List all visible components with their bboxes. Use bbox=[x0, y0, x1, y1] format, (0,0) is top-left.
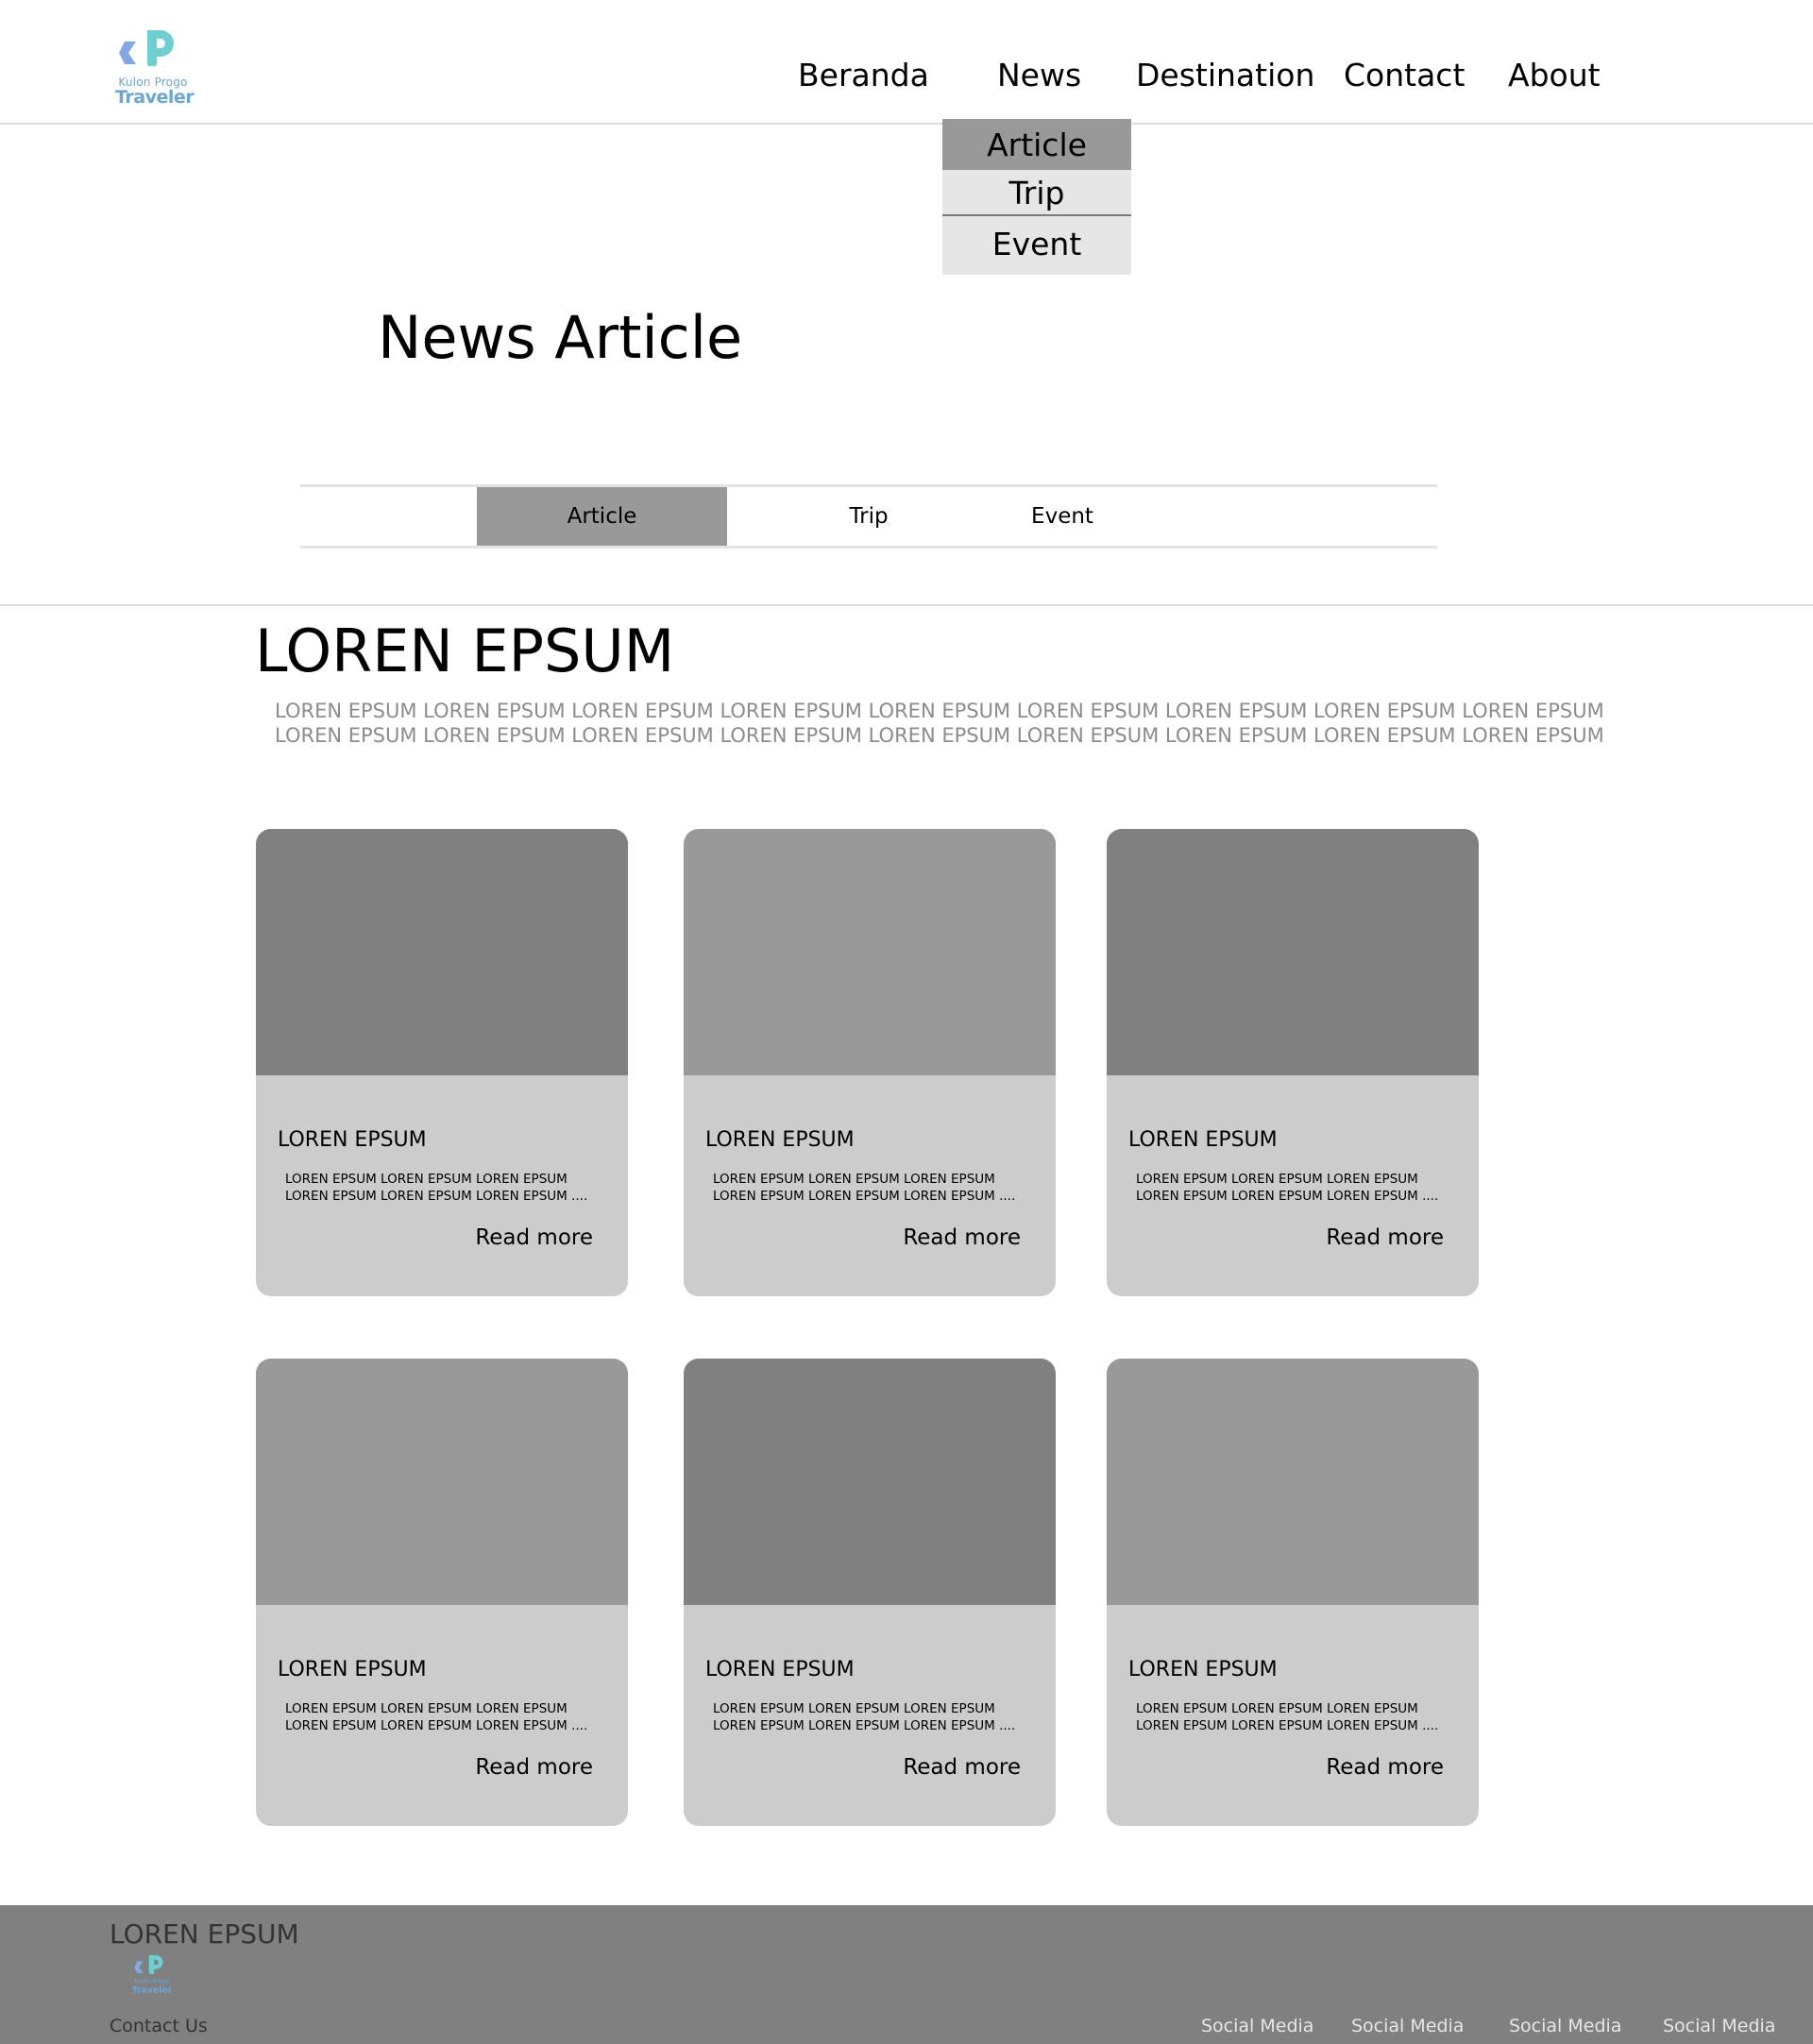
footer-logo-icon: Kulon Progo Traveler bbox=[131, 1955, 173, 1996]
read-more-link[interactable]: Read more bbox=[903, 1224, 1021, 1252]
card-excerpt: LOREN EPSUM LOREN EPSUM LOREN EPSUM LORE… bbox=[285, 1700, 606, 1734]
dropdown-item-trip[interactable]: Trip bbox=[942, 170, 1131, 219]
card-image bbox=[256, 829, 628, 1075]
card-excerpt-line: LOREN EPSUM LOREN EPSUM LOREN EPSUM .... bbox=[285, 1718, 588, 1733]
card-excerpt-line: LOREN EPSUM LOREN EPSUM LOREN EPSUM bbox=[713, 1172, 995, 1187]
card-title: LOREN EPSUM bbox=[705, 1128, 855, 1152]
article-card[interactable]: LOREN EPSUM LOREN EPSUM LOREN EPSUM LORE… bbox=[684, 829, 1056, 1296]
category-tabs: Article Trip Event bbox=[300, 484, 1437, 549]
card-image bbox=[684, 829, 1056, 1075]
article-card[interactable]: LOREN EPSUM LOREN EPSUM LOREN EPSUM LORE… bbox=[684, 1359, 1056, 1826]
read-more-link[interactable]: Read more bbox=[475, 1224, 593, 1252]
card-excerpt-line: LOREN EPSUM LOREN EPSUM LOREN EPSUM bbox=[1136, 1701, 1418, 1716]
nav-destination[interactable]: Destination bbox=[1136, 57, 1314, 94]
card-excerpt-line: LOREN EPSUM LOREN EPSUM LOREN EPSUM bbox=[1136, 1172, 1418, 1187]
nav-beranda[interactable]: Beranda bbox=[798, 57, 929, 94]
site-logo[interactable]: Kulon Progo Traveler bbox=[115, 28, 195, 110]
card-image bbox=[684, 1359, 1056, 1605]
tab-event[interactable]: Event bbox=[1006, 487, 1119, 546]
logo-mark-icon bbox=[119, 30, 174, 66]
nav-news[interactable]: News bbox=[997, 57, 1081, 94]
article-card[interactable]: LOREN EPSUM LOREN EPSUM LOREN EPSUM LORE… bbox=[1107, 829, 1479, 1296]
card-excerpt: LOREN EPSUM LOREN EPSUM LOREN EPSUM LORE… bbox=[1136, 1700, 1457, 1734]
card-excerpt-line: LOREN EPSUM LOREN EPSUM LOREN EPSUM .... bbox=[713, 1189, 1016, 1204]
site-header: Kulon Progo Traveler Beranda News Destin… bbox=[0, 0, 1813, 125]
card-excerpt: LOREN EPSUM LOREN EPSUM LOREN EPSUM LORE… bbox=[1136, 1171, 1457, 1205]
tab-article[interactable]: Article bbox=[477, 487, 727, 546]
article-card[interactable]: LOREN EPSUM LOREN EPSUM LOREN EPSUM LORE… bbox=[1107, 1359, 1479, 1826]
card-excerpt-line: LOREN EPSUM LOREN EPSUM LOREN EPSUM bbox=[285, 1701, 568, 1716]
site-footer: LOREN EPSUM Kulon Progo Traveler Contact… bbox=[0, 1905, 1813, 2044]
social-media-link[interactable]: Social Media bbox=[1663, 2015, 1775, 2037]
footer-logo-text-line1: Kulon Progo bbox=[134, 1978, 169, 1985]
card-title: LOREN EPSUM bbox=[1128, 1128, 1278, 1152]
read-more-link[interactable]: Read more bbox=[475, 1753, 593, 1782]
dropdown-item-event[interactable]: Event bbox=[942, 221, 1131, 270]
section-text-line: LOREN EPSUM LOREN EPSUM LOREN EPSUM LORE… bbox=[275, 700, 1604, 722]
card-title: LOREN EPSUM bbox=[278, 1128, 427, 1152]
card-image bbox=[1107, 829, 1479, 1075]
nav-about[interactable]: About bbox=[1508, 57, 1601, 94]
tab-trip[interactable]: Trip bbox=[822, 487, 916, 546]
read-more-link[interactable]: Read more bbox=[1326, 1224, 1444, 1252]
section-title: LOREN EPSUM bbox=[255, 617, 675, 685]
card-excerpt: LOREN EPSUM LOREN EPSUM LOREN EPSUM LORE… bbox=[713, 1171, 1034, 1205]
article-card[interactable]: LOREN EPSUM LOREN EPSUM LOREN EPSUM LORE… bbox=[256, 829, 628, 1296]
footer-logo-text-line2: Traveler bbox=[132, 1985, 172, 1996]
card-image bbox=[1107, 1359, 1479, 1605]
footer-logo: Kulon Progo Traveler bbox=[131, 1954, 173, 1998]
card-excerpt-line: LOREN EPSUM LOREN EPSUM LOREN EPSUM bbox=[285, 1172, 568, 1187]
card-excerpt-line: LOREN EPSUM LOREN EPSUM LOREN EPSUM .... bbox=[285, 1189, 588, 1204]
card-title: LOREN EPSUM bbox=[278, 1658, 427, 1681]
section-divider bbox=[0, 604, 1813, 606]
read-more-link[interactable]: Read more bbox=[903, 1753, 1021, 1782]
social-media-link[interactable]: Social Media bbox=[1201, 2015, 1313, 2037]
card-title: LOREN EPSUM bbox=[1128, 1658, 1278, 1681]
section-text-line: LOREN EPSUM LOREN EPSUM LOREN EPSUM LORE… bbox=[275, 724, 1604, 747]
section-description: LOREN EPSUM LOREN EPSUM LOREN EPSUM LORE… bbox=[275, 699, 1604, 748]
news-dropdown-menu: Article Trip Event bbox=[942, 119, 1131, 275]
card-excerpt-line: LOREN EPSUM LOREN EPSUM LOREN EPSUM .... bbox=[1136, 1718, 1439, 1733]
card-excerpt: LOREN EPSUM LOREN EPSUM LOREN EPSUM LORE… bbox=[285, 1171, 606, 1205]
card-title: LOREN EPSUM bbox=[705, 1658, 855, 1681]
nav-contact[interactable]: Contact bbox=[1344, 57, 1465, 94]
social-media-link[interactable]: Social Media bbox=[1351, 2015, 1464, 2037]
social-media-link[interactable]: Social Media bbox=[1509, 2015, 1621, 2037]
card-excerpt-line: LOREN EPSUM LOREN EPSUM LOREN EPSUM bbox=[713, 1701, 995, 1716]
article-card[interactable]: LOREN EPSUM LOREN EPSUM LOREN EPSUM LORE… bbox=[256, 1359, 628, 1826]
card-image bbox=[256, 1359, 628, 1605]
card-excerpt: LOREN EPSUM LOREN EPSUM LOREN EPSUM LORE… bbox=[713, 1700, 1034, 1734]
card-excerpt-line: LOREN EPSUM LOREN EPSUM LOREN EPSUM .... bbox=[1136, 1189, 1439, 1204]
logo-text-line2: Traveler bbox=[115, 87, 195, 108]
footer-title: LOREN EPSUM bbox=[110, 1918, 299, 1950]
footer-contact-link[interactable]: Contact Us bbox=[110, 2015, 208, 2037]
card-excerpt-line: LOREN EPSUM LOREN EPSUM LOREN EPSUM .... bbox=[713, 1718, 1016, 1733]
page-title: News Article bbox=[378, 303, 743, 372]
dropdown-item-article[interactable]: Article bbox=[942, 119, 1131, 170]
read-more-link[interactable]: Read more bbox=[1326, 1753, 1444, 1782]
dropdown-divider bbox=[942, 214, 1131, 216]
